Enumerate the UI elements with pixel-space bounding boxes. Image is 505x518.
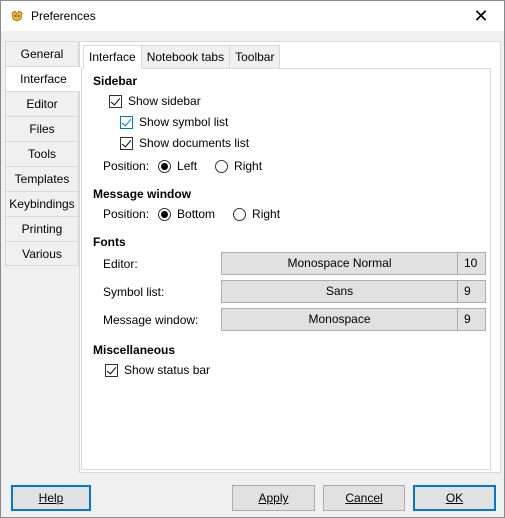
close-button[interactable]: ✕ bbox=[458, 1, 504, 31]
radio-circle bbox=[215, 159, 229, 173]
symbol-font-size: 9 bbox=[457, 281, 485, 302]
left-option-label: Left bbox=[177, 159, 198, 173]
ok-button-label: OK bbox=[445, 491, 464, 505]
right-option-label: Right bbox=[252, 207, 281, 221]
show-symbol-list-label: Show symbol list bbox=[139, 115, 229, 129]
tab-notebook-tabs[interactable]: Notebook tabs bbox=[141, 45, 231, 69]
left-tab-files[interactable]: Files bbox=[5, 116, 79, 141]
help-button[interactable]: Help bbox=[11, 485, 91, 511]
window-title: Preferences bbox=[31, 9, 96, 23]
tab-toolbar[interactable]: Toolbar bbox=[230, 45, 281, 69]
message-position-bottom-radio[interactable]: Bottom bbox=[158, 207, 215, 221]
title-bar: Preferences ✕ bbox=[1, 1, 504, 31]
left-tab-various[interactable]: Various bbox=[5, 241, 79, 266]
message-position-right-radio[interactable]: Right bbox=[233, 207, 280, 221]
sidebar-position-row: Position: Left Right bbox=[103, 157, 280, 175]
check-icon bbox=[110, 94, 121, 106]
message-font-name: Monospace bbox=[308, 312, 371, 326]
checkbox-box bbox=[109, 94, 122, 108]
sidebar-position-label: Position: bbox=[103, 159, 150, 173]
radio-selected-dot bbox=[161, 210, 169, 218]
left-tab-printing[interactable]: Printing bbox=[5, 216, 79, 241]
show-sidebar-checkbox[interactable]: Show sidebar bbox=[109, 92, 201, 110]
preferences-window: Preferences ✕ General Interface Editor F… bbox=[0, 0, 505, 518]
miscellaneous-section-title: Miscellaneous bbox=[93, 343, 176, 357]
checkbox-box bbox=[120, 136, 133, 150]
sidebar-position-left-radio[interactable]: Left bbox=[158, 159, 197, 173]
sidebar-section-title: Sidebar bbox=[93, 74, 138, 88]
apply-button[interactable]: Apply bbox=[232, 485, 315, 511]
symbol-font-name: Sans bbox=[325, 284, 354, 298]
help-button-label: Help bbox=[38, 491, 64, 505]
cancel-button[interactable]: Cancel bbox=[323, 485, 405, 511]
ok-button[interactable]: OK bbox=[413, 485, 496, 511]
check-icon bbox=[121, 115, 132, 127]
close-icon: ✕ bbox=[473, 5, 489, 26]
check-icon bbox=[121, 136, 132, 148]
message-window-font-button[interactable]: Monospace 9 bbox=[221, 308, 486, 331]
left-tab-list: General Interface Editor Files Tools Tem… bbox=[5, 41, 81, 266]
left-tab-general[interactable]: General bbox=[5, 41, 79, 66]
radio-circle bbox=[158, 207, 172, 221]
left-tab-keybindings[interactable]: Keybindings bbox=[5, 191, 79, 216]
right-option-label: Right bbox=[234, 159, 263, 173]
show-symbol-list-checkbox[interactable]: Show symbol list bbox=[120, 113, 228, 131]
left-tab-tools[interactable]: Tools bbox=[5, 141, 79, 166]
editor-font-size: 10 bbox=[457, 253, 485, 274]
cancel-button-label: Cancel bbox=[345, 491, 383, 505]
message-window-section-title: Message window bbox=[93, 187, 192, 201]
top-tab-list: Interface Notebook tabs Toolbar bbox=[83, 45, 281, 69]
left-tab-interface[interactable]: Interface bbox=[5, 66, 81, 91]
radio-selected-dot bbox=[161, 162, 169, 170]
message-window-font-label: Message window: bbox=[103, 313, 199, 327]
editor-font-button[interactable]: Monospace Normal 10 bbox=[221, 252, 486, 275]
show-status-bar-checkbox[interactable]: Show status bar bbox=[105, 361, 210, 379]
radio-circle bbox=[158, 159, 172, 173]
editor-font-label: Editor: bbox=[103, 257, 138, 271]
sidebar-position-right-radio[interactable]: Right bbox=[215, 159, 262, 173]
show-status-bar-label: Show status bar bbox=[124, 363, 211, 377]
show-documents-list-label: Show documents list bbox=[139, 136, 250, 150]
editor-font-name: Monospace Normal bbox=[287, 256, 392, 270]
message-font-size: 9 bbox=[457, 309, 485, 330]
show-documents-list-checkbox[interactable]: Show documents list bbox=[120, 134, 249, 152]
symbol-list-font-button[interactable]: Sans 9 bbox=[221, 280, 486, 303]
tab-interface[interactable]: Interface bbox=[83, 45, 142, 69]
message-window-position-row: Position: Bottom Right bbox=[103, 205, 298, 223]
bottom-option-label: Bottom bbox=[177, 207, 216, 221]
main-panel: Interface Notebook tabs Toolbar Sidebar … bbox=[79, 41, 501, 473]
apply-button-label: Apply bbox=[258, 491, 289, 505]
show-sidebar-label: Show sidebar bbox=[128, 94, 201, 108]
app-icon bbox=[11, 10, 23, 22]
checkbox-box bbox=[105, 363, 118, 377]
checkbox-box bbox=[120, 115, 133, 129]
interface-panel: Sidebar Show sidebar Show symbol list Sh… bbox=[81, 68, 491, 470]
radio-circle bbox=[233, 207, 247, 221]
fonts-section-title: Fonts bbox=[93, 235, 126, 249]
left-tab-templates[interactable]: Templates bbox=[5, 166, 79, 191]
check-icon bbox=[106, 363, 117, 375]
symbol-list-font-label: Symbol list: bbox=[103, 285, 165, 299]
message-position-label: Position: bbox=[103, 207, 150, 221]
left-tab-editor[interactable]: Editor bbox=[5, 91, 79, 116]
